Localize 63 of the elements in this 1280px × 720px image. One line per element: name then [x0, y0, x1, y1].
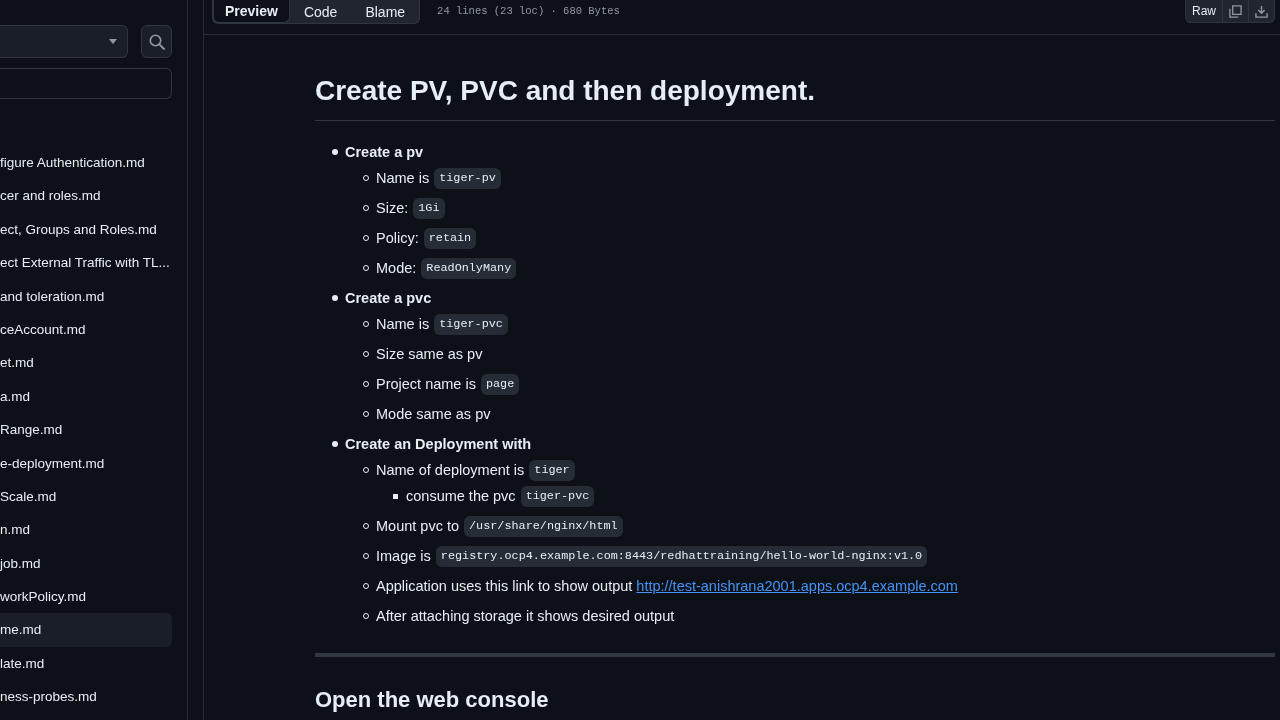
dropdown-field[interactable] — [0, 25, 128, 58]
view-tab[interactable]: Code — [289, 0, 352, 23]
document-heading: Create PV, PVC and then deployment. — [315, 71, 1275, 121]
file-item[interactable]: workPolicy.md — [0, 580, 172, 614]
file-item[interactable]: job.md — [0, 546, 172, 581]
list-item-text: consume the pvc — [406, 488, 516, 504]
bullet-icon — [332, 441, 338, 447]
list-item-text: Name is — [376, 170, 430, 186]
inline-code: tiger-pv — [434, 167, 501, 189]
file-item[interactable]: figure Authentication.md — [0, 146, 172, 180]
raw-button[interactable]: Raw — [1186, 0, 1222, 22]
file-item[interactable]: and toleration.md — [0, 279, 172, 313]
link[interactable]: http://test-anishrana2001.apps.ocp4.example.com — [636, 578, 958, 594]
file-item[interactable]: a.md — [0, 379, 172, 414]
list-item-text: Size: — [376, 200, 409, 216]
list-item-text: Create an Deployment with — [345, 436, 532, 452]
file-item[interactable]: me.md — [0, 613, 172, 647]
inline-code: tiger-pvc — [520, 485, 595, 507]
list-item-text: Mount pvc to — [376, 518, 459, 534]
inline-code: retain — [423, 227, 477, 249]
list-item-text: Size same as pv — [376, 346, 483, 362]
view-tab[interactable]: Blame — [351, 0, 420, 23]
list-item-text: Policy: — [376, 230, 419, 246]
list-item-text: Create a pv — [345, 144, 424, 160]
list-item-text: After attaching storage it shows desired output — [376, 608, 675, 624]
input-field[interactable] — [0, 68, 172, 99]
caret-icon — [109, 39, 117, 44]
list-item-text: Image is — [376, 548, 431, 564]
search-button[interactable] — [141, 25, 172, 58]
file-item[interactable]: e-deployment.md — [0, 446, 172, 480]
download-icon — [1255, 4, 1268, 18]
inline-code: ReadOnlyMany — [421, 257, 517, 279]
list-item-text: Mode same as pv — [376, 406, 491, 422]
list-item-text: Mode: — [376, 260, 417, 276]
inline-code: /usr/share/nginx/html — [464, 515, 623, 537]
file-item[interactable]: ect External Traffic with TL... — [0, 246, 172, 280]
search-icon — [148, 33, 165, 50]
list-item-text: Name is — [376, 316, 430, 332]
inline-code: page — [480, 373, 520, 395]
file-item[interactable]: ceAccount.md — [0, 312, 172, 347]
list-item-text: Name of deployment is — [376, 462, 525, 478]
file-item[interactable]: cer and roles.md — [0, 179, 172, 213]
file-item[interactable]: ect, Groups and Roles.md — [0, 212, 172, 247]
list-item-text: Create a pvc — [345, 290, 432, 306]
bullet-icon — [332, 149, 338, 155]
view-tab[interactable]: Preview — [213, 0, 290, 23]
list-item-text: Application uses this link to show output — [376, 578, 633, 594]
file-item[interactable]: et.md — [0, 346, 172, 380]
inline-code: 1Gi — [413, 197, 445, 219]
file-info: 24 lines (23 loc) · 680 Bytes — [437, 4, 620, 19]
inline-code: registry.ocp4.example.com:8443/redhattraining/hello-world-nginx:v1.0 — [435, 545, 928, 567]
bullet-icon — [393, 493, 398, 499]
inline-code: tiger — [529, 459, 575, 481]
file-item[interactable]: ness-probes.md — [0, 680, 172, 714]
section-heading: Open the web console — [315, 686, 550, 714]
copy-icon — [1229, 4, 1242, 18]
inline-code: tiger-pvc — [434, 313, 508, 335]
file-item[interactable]: late.md — [0, 646, 172, 681]
list-item-text: Project name is — [376, 376, 476, 392]
file-item[interactable]: Range.md — [0, 413, 172, 447]
file-item[interactable]: Scale.md — [0, 479, 172, 514]
bullet-icon — [332, 295, 338, 301]
file-item[interactable]: n.md — [0, 513, 172, 547]
